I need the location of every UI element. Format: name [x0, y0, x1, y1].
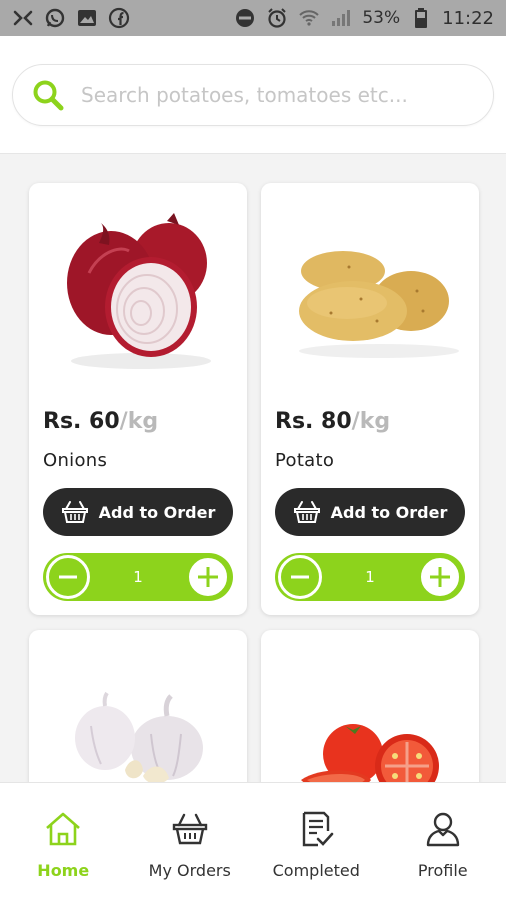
- product-price: Rs. 80/kg: [275, 409, 390, 434]
- quantity-stepper: 1: [43, 553, 233, 601]
- quantity-value: 1: [133, 568, 143, 586]
- basket-icon: [172, 813, 207, 845]
- nav-completed[interactable]: Completed: [253, 783, 380, 900]
- wifi-icon: [298, 7, 320, 29]
- price-unit: /kg: [351, 409, 391, 434]
- product-card-tomato[interactable]: [261, 630, 479, 782]
- dnd-icon: [234, 7, 256, 29]
- nav-my-orders[interactable]: My Orders: [127, 783, 254, 900]
- nav-label: Profile: [417, 861, 468, 880]
- home-icon: [46, 812, 81, 846]
- header: [0, 36, 506, 154]
- add-to-order-label: Add to Order: [98, 502, 216, 522]
- whatsapp-icon: [44, 7, 66, 29]
- nav-label: Home: [37, 861, 90, 880]
- basket-icon: [61, 501, 88, 523]
- add-to-order-button[interactable]: Add to Order: [43, 488, 233, 536]
- alarm-icon: [266, 7, 288, 29]
- search-input[interactable]: [81, 83, 461, 107]
- status-bar-right: 53% 11:22: [234, 7, 494, 29]
- bottom-nav: Home My Orders Completed Profile: [0, 782, 506, 900]
- nav-label: My Orders: [148, 861, 231, 880]
- quantity-value: 1: [365, 568, 375, 586]
- search-icon: [33, 80, 64, 111]
- search-bar[interactable]: [12, 64, 494, 126]
- checklist-icon: [303, 811, 334, 847]
- status-bar-left: [12, 7, 130, 29]
- image-icon: [76, 7, 98, 29]
- status-bar: 53% 11:22: [0, 0, 506, 36]
- garlic-image: [75, 691, 203, 782]
- product-name: Potato: [275, 450, 335, 471]
- user-icon: [426, 812, 459, 847]
- plus-icon: [429, 567, 450, 587]
- price-value: Rs. 60: [43, 409, 120, 434]
- add-to-order-label: Add to Order: [330, 502, 448, 522]
- facebook-icon: [108, 7, 130, 29]
- onion-image: [67, 213, 211, 369]
- product-price: Rs. 60/kg: [43, 409, 158, 434]
- add-to-order-button[interactable]: Add to Order: [275, 488, 465, 536]
- tomato-image: [301, 724, 439, 782]
- product-card-potato[interactable]: Rs. 80/kg Potato Add to Order 1: [261, 183, 479, 615]
- minus-icon: [59, 575, 77, 579]
- basket-icon: [293, 501, 320, 523]
- increment-button[interactable]: [417, 555, 462, 599]
- decrement-button[interactable]: [278, 555, 322, 599]
- product-grid: Rs. 60/kg Onions Add to Order 1 Rs. 80/k…: [0, 155, 506, 782]
- tools-icon: [12, 7, 34, 29]
- decrement-button[interactable]: [46, 555, 90, 599]
- plus-icon: [197, 567, 218, 587]
- quantity-stepper: 1: [275, 553, 465, 601]
- price-unit: /kg: [119, 409, 159, 434]
- nav-label: Completed: [272, 861, 360, 880]
- battery-percent: 53%: [362, 8, 401, 28]
- increment-button[interactable]: [185, 555, 230, 599]
- minus-icon: [291, 575, 309, 579]
- clock: 11:22: [442, 7, 494, 29]
- potato-image: [299, 251, 459, 358]
- product-name: Onions: [43, 450, 108, 471]
- nav-profile[interactable]: Profile: [380, 783, 506, 900]
- price-value: Rs. 80: [275, 409, 352, 434]
- signal-icon: [330, 7, 352, 29]
- nav-home[interactable]: Home: [0, 783, 127, 900]
- product-card-garlic[interactable]: [29, 630, 247, 782]
- product-card-onions[interactable]: Rs. 60/kg Onions Add to Order 1: [29, 183, 247, 615]
- battery-icon: [410, 7, 432, 29]
